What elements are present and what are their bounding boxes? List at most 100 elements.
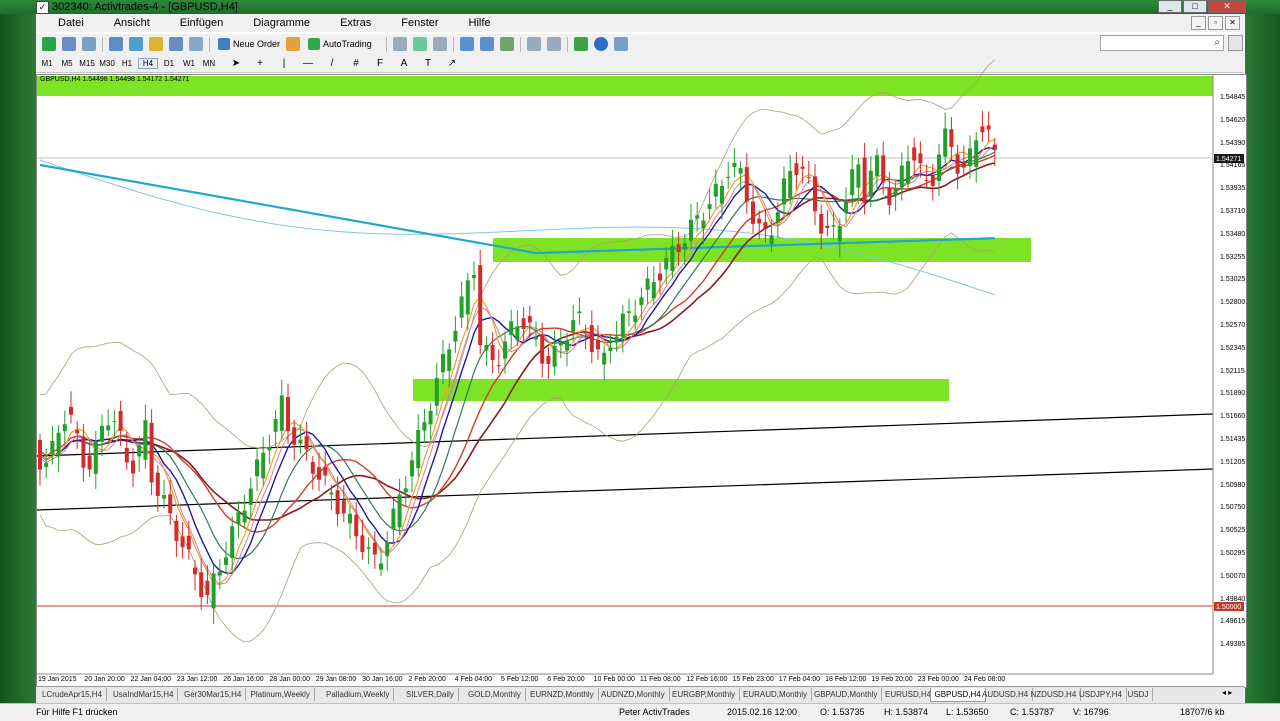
candle-body: [794, 163, 799, 175]
candle-body: [112, 421, 117, 423]
candle-body: [292, 427, 297, 445]
candle-body: [465, 280, 470, 315]
candle-body: [887, 187, 892, 206]
time-axis-label: 28 Jan 00:00: [269, 676, 310, 683]
candle-body: [868, 170, 873, 197]
status-help: Für Hilfe F1 drücken: [36, 707, 118, 717]
candle-body: [751, 201, 755, 224]
chart-tab[interactable]: GOLD,Monthly: [464, 688, 526, 701]
chart-tab[interactable]: USDJ: [1124, 688, 1154, 701]
candle-body: [837, 226, 842, 242]
trendline-lower: [36, 468, 1214, 511]
price-axis-label: 1.50295: [1220, 550, 1246, 557]
chart-tab[interactable]: GBPAUD,Monthly: [810, 688, 883, 701]
price-axis-label: 1.51660: [1220, 413, 1246, 421]
candle-body: [62, 424, 67, 432]
candle-body: [701, 220, 706, 229]
price-axis-label: 1.50070: [1220, 572, 1246, 580]
candle-body: [782, 178, 786, 205]
candle-body: [385, 542, 390, 557]
candle-body: [856, 164, 861, 188]
chart-tab[interactable]: EURAUD,Monthly: [739, 688, 813, 701]
candle-body: [620, 313, 625, 337]
candle-body: [131, 460, 135, 474]
candle-body: [236, 512, 241, 525]
candle-body: [992, 144, 997, 151]
candle-body: [372, 542, 377, 555]
chart-tab[interactable]: AUDNZD,Monthly: [597, 688, 670, 701]
status-traffic: 18707/6 kb: [1180, 707, 1225, 717]
candle-body: [583, 330, 588, 334]
candle-body: [800, 166, 805, 169]
candle-body: [100, 425, 104, 442]
candle-body: [186, 535, 191, 550]
chart-tab[interactable]: USDJPY,H4: [1075, 688, 1127, 701]
candle-body: [441, 354, 445, 373]
chart-tab[interactable]: EURNZD,Monthly: [526, 688, 599, 701]
price-axis-label: 1.54390: [1220, 139, 1246, 147]
price-axis-label: 1.50750: [1220, 504, 1246, 512]
time-axis-label: 26 Jan 16:00: [223, 676, 264, 683]
candle-body: [459, 296, 464, 318]
candle-body: [453, 330, 458, 342]
time-axis-label: 22 Jan 04:00: [130, 676, 172, 683]
chart-tab[interactable]: NZDUSD,H4: [1027, 688, 1082, 701]
candle-body: [509, 321, 514, 336]
candle-body: [143, 420, 148, 460]
price-axis-label: 1.53935: [1220, 185, 1246, 193]
chart-tab[interactable]: AUDUSD,H4: [978, 688, 1034, 701]
time-axis-label: 5 Feb 12:00: [501, 676, 539, 683]
chart-tabs: LCrudeApr15,H4 UsaIndMar15,H4 Ger30Mar15,H…: [36, 686, 1244, 703]
time-axis-label: 18 Feb 12:00: [825, 676, 867, 683]
candle-body: [174, 520, 179, 542]
candle-body: [348, 513, 352, 524]
candle-body: [193, 567, 197, 575]
time-axis-label: 24 Feb 08:00: [964, 676, 1006, 683]
candle-body: [937, 154, 941, 181]
price-axis-label: 1.52345: [1220, 344, 1246, 352]
chart-tab[interactable]: UsaIndMar15,H4: [109, 688, 179, 701]
price-axis-label: 1.51435: [1220, 436, 1246, 443]
candle-body: [298, 439, 303, 444]
candle-body: [106, 425, 111, 431]
candle-body: [893, 188, 898, 196]
candle-body: [75, 430, 80, 434]
candle-body: [540, 334, 545, 364]
candle-body: [273, 419, 278, 432]
candle-body: [763, 222, 768, 230]
candle-body: [608, 347, 613, 352]
candle-body: [261, 452, 266, 479]
chart-tab[interactable]: EURUSD,H4: [881, 688, 937, 701]
chart-tab[interactable]: Ger30Mar15,H4: [180, 688, 247, 701]
candle-body: [199, 572, 204, 598]
chart-tab[interactable]: SILVER,Daily: [402, 688, 459, 701]
candle-body: [875, 155, 879, 177]
time-axis-label: 10 Feb 00:00: [593, 676, 635, 683]
candle-body: [267, 447, 272, 451]
candle-body: [93, 441, 98, 474]
candle-body: [689, 219, 693, 241]
candle-body: [732, 162, 737, 167]
trendline-upper: [36, 413, 1214, 457]
price-axis-label: 1.50525: [1220, 527, 1246, 535]
candle-body: [682, 243, 687, 250]
candle-body: [670, 245, 675, 272]
price-chart[interactable]: 1.542711.50000: [0, 0, 1280, 720]
candle-body: [217, 571, 222, 576]
tab-scroll-arrows-icon[interactable]: ◂ ▸: [1222, 688, 1232, 697]
time-axis-label: 2 Feb 20:00: [408, 676, 446, 683]
price-axis-label: 1.52115: [1220, 367, 1245, 375]
time-axis-label: 19 Feb 20:00: [871, 676, 913, 683]
price-axis-label: 1.53255: [1220, 253, 1246, 261]
chart-tab[interactable]: Platinum,Weekly: [247, 688, 315, 701]
chart-tab[interactable]: EURGBP,Monthly: [668, 688, 740, 701]
candle-body: [323, 466, 328, 476]
candle-body: [81, 436, 86, 468]
chart-tab[interactable]: Palladium,Weekly: [322, 688, 395, 701]
time-axis-label: 17 Feb 04:00: [778, 676, 821, 683]
price-axis-label: 1.49385: [1220, 641, 1246, 649]
candle-body: [503, 341, 507, 359]
candle-body: [974, 140, 979, 167]
time-axis-label: 12 Feb 16:00: [686, 676, 728, 683]
chart-tab[interactable]: LCrudeApr15,H4: [38, 688, 108, 701]
